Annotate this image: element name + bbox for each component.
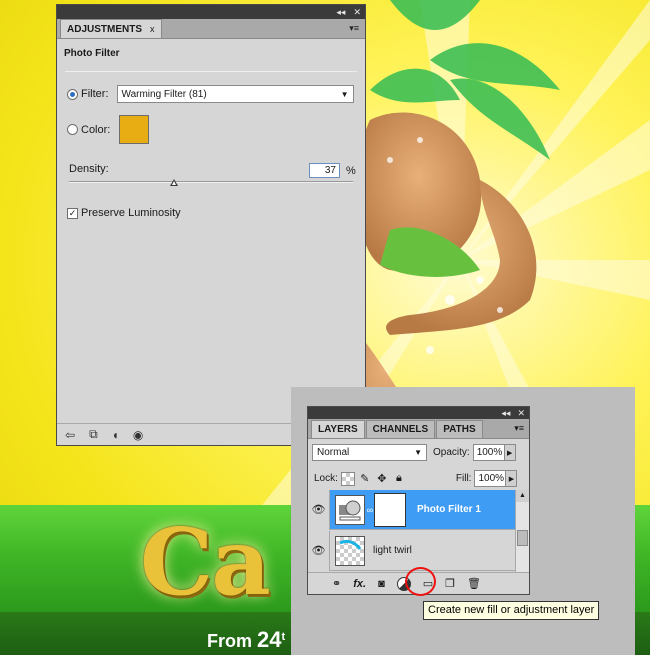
delete-layer-trash-icon[interactable]: 🗑︎ — [467, 577, 481, 590]
layer-thumbnail — [335, 535, 365, 566]
density-unit: % — [346, 164, 356, 177]
layers-menu-icon[interactable]: ▾≡ — [514, 423, 524, 434]
fill-input[interactable]: 100% — [474, 470, 507, 487]
lock-row: Lock: ✎ ✥ 🔒︎ Fill: 100% ▶ — [314, 470, 518, 487]
mask-link-icon[interactable]: ∞ — [365, 505, 375, 515]
blend-dropdown-arrow-icon: ▼ — [414, 448, 422, 457]
eye-icon[interactable]: 👁︎ — [308, 530, 330, 571]
close-icon[interactable]: ✕ — [353, 5, 361, 19]
new-layer-icon[interactable]: ❐ — [445, 577, 455, 590]
blend-mode-select[interactable]: Normal ▼ — [312, 444, 427, 461]
density-slider-thumb[interactable] — [170, 179, 179, 186]
scroll-thumb[interactable] — [517, 530, 528, 546]
layer-name[interactable]: light twirl — [373, 545, 412, 556]
lock-label: Lock: — [314, 473, 338, 484]
adjustments-tab-row: ADJUSTMENTS x ▾≡ — [57, 19, 365, 39]
link-layers-icon[interactable]: ⚭ — [332, 577, 341, 590]
density-label-row: Density: — [69, 163, 109, 175]
collapse-icon[interactable]: ◂◂ — [336, 5, 345, 19]
lock-all-icon[interactable]: 🔒︎ — [392, 472, 406, 486]
light-twirl-preview — [339, 539, 362, 550]
tab-paths[interactable]: PATHS — [436, 420, 483, 438]
opacity-input[interactable]: 100% — [472, 444, 505, 461]
tab-close-icon[interactable]: x — [150, 20, 155, 39]
preserve-luminosity-label: Preserve Luminosity — [81, 207, 181, 219]
clip-to-layer-icon[interactable]: ⧉ — [89, 427, 98, 442]
banner-title: Ca — [140, 508, 271, 616]
layer-style-fx-icon[interactable]: fx. — [353, 578, 366, 590]
tab-adjustments-label: ADJUSTMENTS — [67, 23, 143, 35]
adjustment-title: Photo Filter — [64, 48, 120, 59]
density-value-row: 37 % — [309, 163, 356, 178]
blend-row: Normal ▼ Opacity: 100% ▶ — [312, 444, 516, 461]
filter-select-value: Warming Filter (81) — [121, 88, 207, 100]
layers-collapse-icon[interactable]: ◂◂ — [501, 406, 510, 420]
subtitle-number: 24 — [257, 627, 282, 652]
eye-icon[interactable]: ◉ — [133, 428, 143, 442]
camera-filter-icon — [339, 500, 361, 520]
filter-label: Filter: — [81, 88, 109, 100]
layers-title-strip[interactable]: ◂◂ ✕ — [308, 407, 529, 419]
preserve-row: ✓ Preserve Luminosity — [67, 207, 181, 219]
blend-mode-value: Normal — [317, 447, 350, 458]
panel-menu-icon[interactable]: ▾≡ — [349, 23, 359, 34]
layer-mask-thumbnail[interactable] — [374, 492, 406, 527]
color-swatch[interactable] — [119, 115, 150, 144]
back-arrow-icon[interactable]: ⇦ — [65, 428, 75, 442]
layers-tab-row: LAYERS CHANNELS PATHS ▾≡ — [308, 419, 529, 439]
lock-position-icon[interactable]: ✥ — [375, 472, 389, 486]
subtitle-suffix: t — [281, 631, 286, 643]
fill-stepper[interactable]: ▶ — [506, 470, 518, 487]
opacity-stepper[interactable]: ▶ — [504, 444, 516, 461]
density-input[interactable]: 37 — [309, 163, 340, 178]
scroll-up-icon[interactable]: ▲ — [516, 490, 529, 502]
preserve-luminosity-checkbox[interactable]: ✓ — [67, 207, 78, 219]
color-label: Color: — [81, 123, 111, 136]
opacity-label: Opacity: — [433, 447, 470, 458]
filter-select[interactable]: Warming Filter (81) ▼ — [116, 85, 354, 103]
add-mask-icon[interactable]: ◙ — [378, 578, 385, 590]
adjustment-layer-thumbnail — [335, 494, 365, 525]
layer-row-light-twirl[interactable]: 👁︎ light twirl — [308, 530, 516, 571]
filter-radio[interactable] — [67, 88, 78, 100]
layers-close-icon[interactable]: ✕ — [517, 406, 525, 420]
tab-layers[interactable]: LAYERS — [311, 420, 365, 438]
highlight-circle-annotation — [405, 567, 436, 596]
adjustments-panel: ◂◂ ✕ ADJUSTMENTS x ▾≡ Photo Filter Filte… — [56, 4, 366, 446]
color-row: Color: — [67, 115, 150, 144]
layer-visibility-mask-icon[interactable]: ◖ — [112, 428, 119, 442]
tab-adjustments[interactable]: ADJUSTMENTS x — [60, 19, 162, 38]
banner-subtitle: From 24t — [207, 627, 285, 653]
subtitle-prefix: From — [207, 631, 252, 651]
layer-name[interactable]: Photo Filter 1 — [417, 504, 481, 515]
color-radio[interactable] — [67, 124, 78, 135]
layers-scrollbar[interactable]: ▲ — [515, 490, 529, 573]
density-label: Density: — [69, 163, 109, 175]
lock-transparent-icon[interactable] — [340, 471, 355, 486]
fill-label: Fill: — [455, 473, 472, 484]
dropdown-arrow-icon: ▼ — [340, 89, 349, 99]
layer-row-photo-filter[interactable]: 👁︎ ∞ Photo Filter 1 — [308, 489, 516, 530]
tooltip: Create new fill or adjustment layer — [423, 601, 600, 620]
density-slider-track[interactable] — [69, 179, 353, 186]
divider — [65, 71, 357, 72]
lock-image-brush-icon[interactable]: ✎ — [358, 472, 372, 486]
tab-channels[interactable]: CHANNELS — [365, 420, 436, 438]
panel-title-strip[interactable]: ◂◂ ✕ — [57, 5, 365, 19]
eye-icon[interactable]: 👁︎ — [308, 489, 330, 530]
filter-row: Filter: Warming Filter (81) ▼ — [67, 85, 354, 103]
